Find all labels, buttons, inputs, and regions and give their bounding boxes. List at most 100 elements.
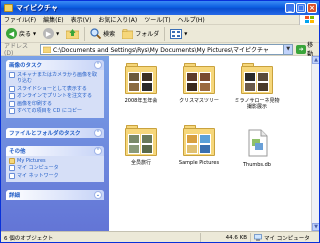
maximize-button[interactable]: □ bbox=[296, 3, 306, 13]
toolbar-separator bbox=[84, 26, 86, 41]
address-path: C:\Documents and Settings\Rys\My Documen… bbox=[52, 46, 269, 54]
chevron-down-icon: ▼ bbox=[33, 31, 37, 36]
print-icon bbox=[9, 100, 15, 107]
details-panel: 詳細 ⌄ bbox=[6, 190, 104, 200]
computer-icon bbox=[254, 234, 262, 241]
picture-tasks-header[interactable]: 画像のタスク ⌃ bbox=[6, 60, 104, 70]
folder-name: ミラノサローネ見物撮影展示 bbox=[234, 98, 280, 110]
task-item[interactable]: オンラインでプリントを注文する bbox=[9, 93, 101, 99]
task-item[interactable]: スキャナまたはカメラから画像を取り込む bbox=[9, 72, 101, 84]
folder-icon bbox=[125, 62, 157, 96]
folder-name: クリスマスツリー bbox=[179, 98, 219, 104]
address-label: アドレス(D) bbox=[4, 43, 29, 57]
up-folder-button[interactable] bbox=[64, 27, 81, 41]
folder-item[interactable]: Sample Pictures bbox=[175, 124, 223, 166]
folder-name: Sample Pictures bbox=[178, 160, 220, 166]
back-label: 戻る bbox=[19, 31, 32, 38]
task-item[interactable]: 画像を印刷する bbox=[9, 100, 101, 107]
folder-item[interactable]: 2008年五年会 bbox=[117, 62, 165, 104]
forward-button[interactable]: ▶ ▼ bbox=[41, 27, 61, 41]
other-places-title: その他 bbox=[9, 148, 26, 155]
chevron-up-icon[interactable]: ⌃ bbox=[94, 146, 102, 155]
file-item[interactable]: Thumbs.db bbox=[233, 126, 281, 168]
camera-icon bbox=[9, 72, 15, 78]
place-item[interactable]: My Pictures bbox=[9, 157, 101, 164]
search-label: 検索 bbox=[103, 31, 116, 38]
folders-button[interactable]: フォルダ bbox=[120, 27, 161, 41]
folder-icon bbox=[183, 62, 215, 96]
file-tasks-header[interactable]: ファイルとフォルダのタスク ⌃ bbox=[6, 127, 104, 138]
chevron-down-icon[interactable]: ⌄ bbox=[94, 191, 102, 199]
back-arrow-icon: ◀ bbox=[6, 28, 17, 39]
file-tasks-title: ファイルとフォルダのタスク bbox=[9, 130, 81, 137]
status-size: 44.6 KB bbox=[201, 232, 251, 242]
task-pane: 画像のタスク ⌃ スキャナまたはカメラから画像を取り込む スライドショーとして表… bbox=[1, 56, 109, 231]
chevron-up-icon[interactable]: ⌃ bbox=[94, 61, 102, 69]
menu-tools[interactable]: ツール(T) bbox=[144, 15, 170, 24]
folder-name: 全员旅行 bbox=[130, 160, 151, 166]
explorer-window: マイピクチャ _ □ × ファイル(F) 編集(E) 表示(V) お気に入り(A… bbox=[0, 0, 320, 243]
toolbar: ◀ 戻る ▼ ▶ ▼ 検索 フォルダ ▼ bbox=[1, 25, 319, 43]
title-bar[interactable]: マイピクチャ _ □ × bbox=[1, 1, 319, 15]
menu-bar: ファイル(F) 編集(E) 表示(V) お気に入り(A) ツール(T) ヘルプ(… bbox=[1, 15, 319, 25]
up-folder-icon bbox=[66, 29, 80, 39]
file-view: 2008年五年会 クリスマスツリー ミラノサローネ見物撮影展示 全员旅行 Sam… bbox=[109, 56, 311, 231]
order-prints-icon bbox=[9, 93, 15, 99]
folders-label: フォルダ bbox=[135, 31, 160, 38]
task-label: スライドショーとして表示する bbox=[17, 85, 87, 92]
task-label: オンラインでプリントを注文する bbox=[17, 93, 93, 99]
menu-file[interactable]: ファイル(F) bbox=[4, 15, 36, 24]
status-bar: 6 個のオブジェクト 44.6 KB マイ コンピュータ bbox=[1, 231, 319, 242]
folder-icon bbox=[125, 124, 157, 158]
folder-item[interactable]: クリスマスツリー bbox=[175, 62, 223, 104]
address-field[interactable]: C:\Documents and Settings\Rys\My Documen… bbox=[39, 43, 294, 55]
search-icon bbox=[90, 28, 102, 39]
place-label: My Pictures bbox=[17, 157, 46, 164]
views-button[interactable]: ▼ bbox=[168, 27, 189, 41]
picture-tasks-panel: 画像のタスク ⌃ スキャナまたはカメラから画像を取り込む スライドショーとして表… bbox=[6, 60, 104, 118]
task-item[interactable]: すべての項目を CD にコピー bbox=[9, 108, 101, 114]
folder-item[interactable]: 全员旅行 bbox=[117, 124, 165, 166]
menu-edit[interactable]: 編集(E) bbox=[43, 15, 63, 24]
folder-item[interactable]: ミラノサローネ見物撮影展示 bbox=[233, 62, 281, 110]
vertical-scrollbar[interactable]: ▲ ▼ bbox=[311, 56, 319, 231]
folder-icon bbox=[42, 46, 51, 53]
search-button[interactable]: 検索 bbox=[88, 27, 117, 41]
other-places-panel: その他 ⌃ My Pictures マイ コンピュータ マイ ネットワーク bbox=[6, 145, 104, 182]
file-name: Thumbs.db bbox=[243, 162, 271, 168]
chevron-down-icon: ▼ bbox=[56, 31, 60, 36]
other-places-header[interactable]: その他 ⌃ bbox=[6, 145, 104, 156]
close-button[interactable]: × bbox=[307, 3, 317, 13]
thumbs-db-icon bbox=[241, 126, 273, 160]
folders-icon bbox=[122, 28, 134, 39]
minimize-button[interactable]: _ bbox=[285, 3, 295, 13]
task-item[interactable]: スライドショーとして表示する bbox=[9, 85, 101, 92]
toolbar-separator bbox=[164, 26, 166, 41]
chevron-down-icon[interactable]: ▼ bbox=[283, 44, 293, 54]
folder-icon bbox=[4, 4, 13, 12]
scroll-down-icon[interactable]: ▼ bbox=[312, 223, 319, 231]
place-item[interactable]: マイ ネットワーク bbox=[9, 172, 101, 179]
place-item[interactable]: マイ コンピュータ bbox=[9, 165, 101, 171]
network-icon bbox=[9, 172, 15, 179]
menu-view[interactable]: 表示(V) bbox=[71, 15, 92, 24]
status-objects: 6 個のオブジェクト bbox=[1, 232, 201, 242]
slideshow-icon bbox=[9, 85, 15, 92]
forward-arrow-icon: ▶ bbox=[43, 28, 55, 39]
folder-icon bbox=[9, 157, 15, 164]
views-icon bbox=[170, 28, 183, 39]
details-header[interactable]: 詳細 ⌄ bbox=[6, 190, 104, 200]
menu-help[interactable]: ヘルプ(H) bbox=[178, 15, 205, 24]
picture-tasks-title: 画像のタスク bbox=[9, 63, 43, 69]
windows-logo-icon bbox=[299, 15, 319, 25]
scroll-up-icon[interactable]: ▲ bbox=[312, 56, 319, 64]
back-button[interactable]: ◀ 戻る ▼ bbox=[4, 27, 38, 41]
task-label: 画像を印刷する bbox=[17, 100, 53, 107]
menu-favorites[interactable]: お気に入り(A) bbox=[98, 15, 137, 24]
task-label: すべての項目を CD にコピー bbox=[17, 108, 82, 114]
chevron-up-icon[interactable]: ⌃ bbox=[94, 128, 102, 137]
folder-icon bbox=[241, 62, 273, 96]
cd-icon bbox=[9, 108, 15, 114]
status-location: マイ コンピュータ bbox=[264, 235, 310, 242]
go-arrow-icon: ➜ bbox=[296, 44, 307, 54]
